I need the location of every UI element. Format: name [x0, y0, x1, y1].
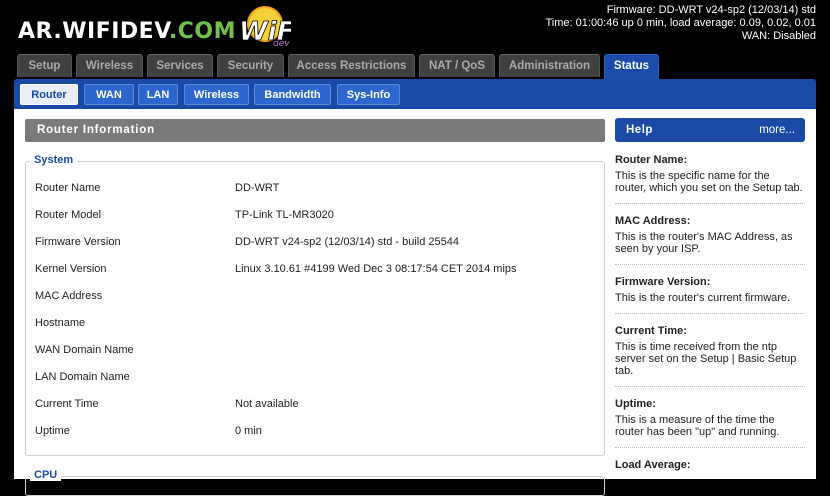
subtab-sys-info[interactable]: Sys-Info	[337, 84, 400, 105]
wifi-badge-icon: WiFi dev	[239, 6, 291, 49]
tab-access-restrictions[interactable]: Access Restrictions	[288, 54, 415, 77]
row-value: DD-WRT v24-sp2 (12/03/14) std - build 25…	[235, 236, 459, 248]
help-heading: MAC Address:	[615, 215, 691, 227]
time-line: Time: 01:00:46 up 0 min, load average: 0…	[545, 17, 817, 29]
subtab-lan[interactable]: LAN	[138, 84, 178, 105]
help-line: This is the specific name for the	[615, 170, 770, 182]
help-panel: Help more... Router Name: This is the sp…	[615, 109, 816, 479]
help-line: router has been "up" and running.	[615, 426, 780, 438]
help-line: router, which you set on the Setup tab.	[615, 182, 803, 194]
row-label: Uptime	[35, 425, 70, 437]
help-line: This is a measure of the time the	[615, 414, 775, 426]
subtab-wan[interactable]: WAN	[84, 84, 134, 105]
row-label: Router Name	[35, 182, 101, 194]
help-divider	[615, 203, 805, 204]
help-line: tab.	[615, 365, 634, 377]
help-item: MAC Address: This is the router's MAC Ad…	[615, 215, 805, 255]
row-label: Router Model	[35, 209, 102, 221]
help-line: This is time received from the ntp	[615, 341, 778, 353]
cpu-fieldset: CPU	[25, 469, 605, 496]
logo-tld: .COM	[168, 19, 236, 44]
sub-tabs: Router WAN LAN Wireless Bandwidth Sys-In…	[14, 79, 816, 109]
firmware-line: Firmware: DD-WRT v24-sp2 (12/03/14) std	[606, 4, 816, 16]
help-more-link[interactable]: more...	[759, 118, 795, 142]
tab-status[interactable]: Status	[604, 54, 659, 80]
tab-wireless[interactable]: Wireless	[76, 54, 143, 77]
logo-host: AR.WIFIDEV	[18, 19, 169, 44]
help-divider	[615, 447, 805, 448]
subtab-bandwidth[interactable]: Bandwidth	[254, 84, 331, 105]
row-label: Kernel Version	[35, 263, 107, 275]
help-heading: Router Name:	[615, 154, 688, 166]
svg-text:dev: dev	[273, 39, 290, 49]
tab-setup[interactable]: Setup	[17, 54, 72, 77]
help-divider	[615, 313, 805, 314]
row-label: Current Time	[35, 398, 99, 410]
section-title-bar: Router Information	[25, 119, 605, 142]
section-title: Router Information	[37, 124, 155, 136]
help-title-bar: Help more...	[615, 118, 805, 142]
help-line: seen by your ISP.	[615, 243, 701, 255]
row-value: 0 min	[235, 425, 262, 437]
row-value: Not available	[235, 398, 299, 410]
row-label: WAN Domain Name	[35, 344, 134, 356]
tab-security[interactable]: Security	[217, 54, 284, 77]
row-value: Linux 3.10.61 #4199 Wed Dec 3 08:17:54 C…	[235, 263, 517, 275]
row-value: TP-Link TL-MR3020	[235, 209, 334, 221]
logo-text: AR.WIFIDEV.COM	[18, 19, 236, 44]
help-heading: Current Time:	[615, 325, 687, 337]
system-legend: System	[30, 154, 78, 166]
wan-line: WAN: Disabled	[741, 30, 816, 42]
help-heading: Uptime:	[615, 398, 656, 410]
row-value: DD-WRT	[235, 182, 280, 194]
firmware-info: Firmware: DD-WRT v24-sp2 (12/03/14) std …	[546, 4, 817, 43]
help-heading: Load Average:	[615, 459, 691, 471]
help-divider	[615, 386, 805, 387]
subtab-wireless[interactable]: Wireless	[184, 84, 249, 105]
tab-services[interactable]: Services	[147, 54, 213, 77]
help-line: This is the router's MAC Address, as	[615, 231, 793, 243]
help-line: server set on the Setup | Basic Setup	[615, 353, 797, 365]
help-item: Uptime: This is a measure of the time th…	[615, 398, 805, 438]
subtab-router[interactable]: Router	[20, 84, 78, 105]
help-heading: Firmware Version:	[615, 276, 711, 288]
help-item: Current Time: This is time received from…	[615, 325, 805, 377]
help-title: Help	[626, 124, 653, 136]
tab-administration[interactable]: Administration	[499, 54, 600, 77]
row-label: MAC Address	[35, 290, 103, 302]
system-fieldset: System Router Name DD-WRT Router Model TP-…	[25, 154, 605, 456]
row-label: LAN Domain Name	[35, 371, 130, 383]
help-line: This is the router's current firmware.	[615, 292, 791, 304]
row-label: Firmware Version	[35, 236, 121, 248]
help-item: Load Average:	[615, 459, 805, 475]
header: AR.WIFIDEV.COM WiFi dev Firmware: DD-WRT…	[0, 0, 830, 52]
row-label: Hostname	[35, 317, 86, 329]
help-item: Router Name: This is the specific name f…	[615, 154, 805, 194]
content-panel: Router Information System Router Name DD-…	[14, 109, 816, 496]
help-item: Firmware Version: This is the router's c…	[615, 276, 805, 304]
tab-nat-qos[interactable]: NAT / QoS	[419, 54, 495, 77]
help-divider	[615, 264, 805, 265]
cpu-legend: CPU	[30, 469, 62, 481]
